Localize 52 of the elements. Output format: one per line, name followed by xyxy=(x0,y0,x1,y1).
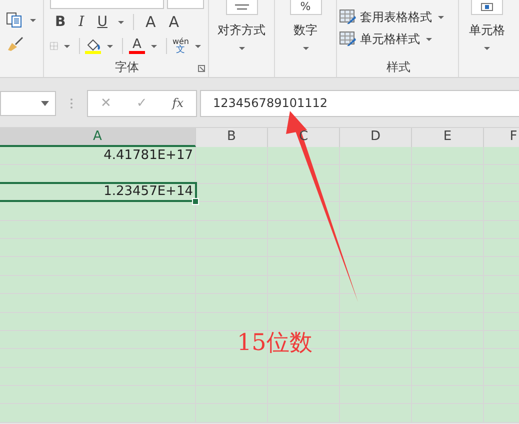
align-icon-box[interactable] xyxy=(226,0,258,15)
caret-icon[interactable] xyxy=(150,44,157,48)
launcher-icon[interactable] xyxy=(198,65,205,72)
cells-button[interactable]: 单元格 xyxy=(469,22,505,39)
caret-icon[interactable] xyxy=(30,18,36,22)
column-header[interactable]: A xyxy=(0,128,196,147)
column-header[interactable]: D xyxy=(340,128,412,147)
phonetic-button[interactable]: wén 文 xyxy=(172,37,190,55)
fill-color-bar xyxy=(85,50,102,54)
table-style-icon[interactable] xyxy=(339,31,357,47)
font-size-field[interactable] xyxy=(166,0,204,9)
fill-handle[interactable] xyxy=(192,198,199,205)
grow-font-button[interactable]: A xyxy=(140,13,161,31)
insert-function-button[interactable]: fx xyxy=(172,96,184,110)
number-format-box[interactable]: % xyxy=(290,0,322,15)
alignment-button[interactable]: 对齐方式 xyxy=(218,22,266,39)
number-button[interactable]: 数字 xyxy=(294,22,318,39)
caret-icon[interactable] xyxy=(426,38,432,40)
grip-icon[interactable] xyxy=(70,98,72,108)
style-menu-button[interactable]: 单元格样式 xyxy=(360,30,420,48)
caret-icon[interactable] xyxy=(438,16,444,18)
formula-input[interactable]: 123456789101112 xyxy=(200,90,519,116)
active-cell[interactable]: 1.23457E+14 xyxy=(0,182,197,202)
font-color-letter[interactable]: A xyxy=(132,38,142,50)
bold-button[interactable]: B xyxy=(50,13,71,31)
italic-button[interactable]: I xyxy=(74,13,90,31)
group-label: 字体 xyxy=(115,58,139,76)
table-cell[interactable]: 4.41781E+17 xyxy=(104,148,196,164)
fill-bucket-icon[interactable] xyxy=(85,38,102,50)
table-style-icon[interactable] xyxy=(339,9,357,25)
caret-icon[interactable] xyxy=(107,44,114,48)
caret-icon[interactable] xyxy=(484,47,490,50)
column-header[interactable]: F xyxy=(484,128,519,147)
font-color-bar xyxy=(128,50,145,54)
caret-icon[interactable] xyxy=(41,100,49,106)
underline-button[interactable]: U xyxy=(92,13,112,31)
brush-icon[interactable] xyxy=(6,36,24,52)
shrink-font-button[interactable]: A xyxy=(164,13,184,31)
caret-icon[interactable] xyxy=(238,47,244,50)
font-name-field[interactable] xyxy=(50,0,164,9)
style-menu-button[interactable]: 套用表格格式 xyxy=(360,8,432,26)
copy-icon[interactable] xyxy=(6,12,24,28)
group-label: 样式 xyxy=(386,58,410,76)
column-header[interactable]: E xyxy=(412,128,484,147)
column-header[interactable]: B xyxy=(196,128,268,147)
caret-icon[interactable] xyxy=(118,20,124,24)
table-row[interactable]: 1.23457E+14 xyxy=(0,184,519,202)
cells-icon-box[interactable] xyxy=(471,0,503,15)
annotation-text: 15位数 xyxy=(237,329,312,358)
caret-icon[interactable] xyxy=(64,44,70,48)
caret-icon[interactable] xyxy=(302,47,308,50)
caret-icon[interactable] xyxy=(195,44,202,48)
